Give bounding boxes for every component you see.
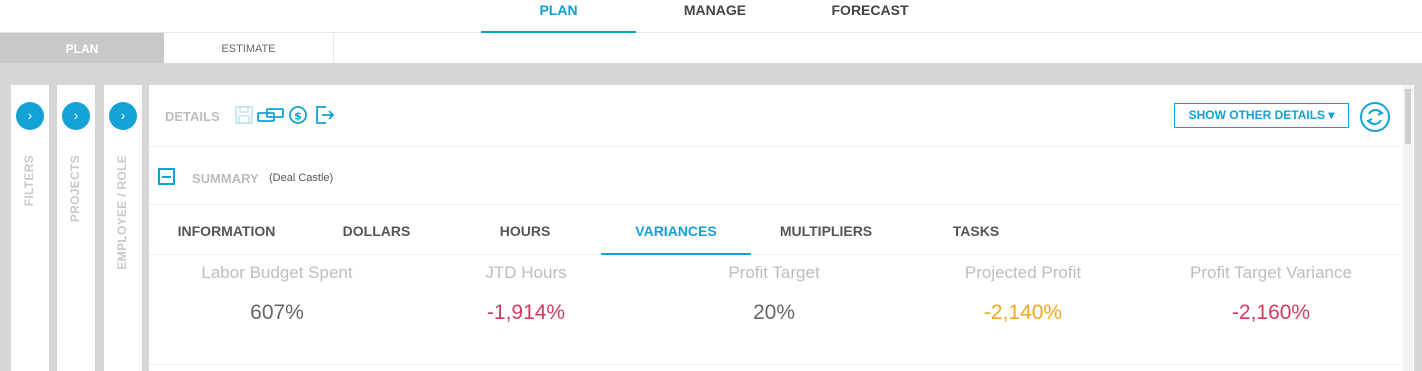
metric-profit-target: Profit Target 20% <box>649 255 899 325</box>
filters-label-wrap: FILTERS <box>11 155 49 355</box>
tab-forecast[interactable]: FORECAST <box>800 0 940 33</box>
save-icon[interactable] <box>234 104 254 128</box>
tab-dollars[interactable]: DOLLARS <box>304 205 449 255</box>
subtab-estimate[interactable]: ESTIMATE <box>164 33 334 63</box>
vertical-scrollbar[interactable] <box>1403 85 1413 371</box>
metric-value: -1,914% <box>486 301 566 324</box>
expand-filters-button[interactable]: › <box>16 102 44 130</box>
variance-metrics: Labor Budget Spent 607% JTD Hours -1,914… <box>149 255 1399 365</box>
metric-label: Profit Target Variance <box>1190 263 1352 282</box>
metric-profit-target-variance: Profit Target Variance -2,160% <box>1146 255 1396 325</box>
projects-panel: › PROJECTS <box>57 85 95 371</box>
expand-projects-button[interactable]: › <box>62 102 90 130</box>
filters-panel: › FILTERS <box>11 85 49 371</box>
tab-multipliers[interactable]: MULTIPLIERS <box>751 205 901 255</box>
employee-role-panel: › EMPLOYEE / ROLE <box>104 85 142 371</box>
top-nav: PLAN MANAGE FORECAST <box>0 0 1422 33</box>
metric-jtd-hours: JTD Hours -1,914% <box>401 255 651 325</box>
metric-label: JTD Hours <box>485 263 567 282</box>
filters-label: FILTERS <box>22 155 36 207</box>
summary-subtitle: (Deal Castle) <box>269 172 334 184</box>
metric-label: Labor Budget Spent <box>201 263 353 282</box>
employee-role-label-wrap: EMPLOYEE / ROLE <box>104 155 142 355</box>
tab-plan[interactable]: PLAN <box>481 0 636 33</box>
tab-manage[interactable]: MANAGE <box>660 0 770 33</box>
details-toolbar: DETAILS $ SHOW OTHER DETAILS ▾ <box>149 85 1399 147</box>
subnav-filler <box>334 33 1422 63</box>
svg-text:$: $ <box>294 110 302 123</box>
metric-label: Profit Target <box>728 263 820 282</box>
projects-label-wrap: PROJECTS <box>57 155 95 355</box>
link-icon[interactable] <box>256 104 286 128</box>
details-label: DETAILS <box>165 109 220 124</box>
metric-value: -2,160% <box>1231 301 1311 324</box>
export-icon[interactable] <box>314 104 336 128</box>
summary-header: SUMMARY (Deal Castle) <box>149 147 1399 205</box>
tab-information[interactable]: INFORMATION <box>149 205 304 255</box>
tab-hours[interactable]: HOURS <box>449 205 601 255</box>
dollar-icon[interactable]: $ <box>288 104 310 128</box>
scrollbar-thumb[interactable] <box>1405 89 1411 144</box>
summary-title: SUMMARY <box>192 171 259 186</box>
metric-value: 607% <box>250 301 304 324</box>
employee-role-label: EMPLOYEE / ROLE <box>115 155 129 270</box>
metric-label: Projected Profit <box>964 263 1082 282</box>
metric-value: -2,140% <box>983 301 1063 324</box>
sub-nav: PLAN ESTIMATE <box>0 33 1422 65</box>
tab-variances[interactable]: VARIANCES <box>601 205 751 255</box>
collapse-summary-icon[interactable] <box>158 168 175 185</box>
tab-tasks[interactable]: TASKS <box>901 205 1051 255</box>
expand-employee-role-button[interactable]: › <box>109 102 137 130</box>
subtab-plan[interactable]: PLAN <box>0 33 164 63</box>
show-other-details-button[interactable]: SHOW OTHER DETAILS ▾ <box>1174 103 1349 128</box>
metric-value: 20% <box>752 301 796 324</box>
detail-tabs: INFORMATION DOLLARS HOURS VARIANCES MULT… <box>149 205 1399 255</box>
refresh-icon[interactable] <box>1360 102 1390 132</box>
projects-label: PROJECTS <box>68 155 82 223</box>
details-panel: DETAILS $ SHOW OTHER DETAILS ▾ SUMMARY (… <box>149 85 1414 371</box>
metric-projected-profit: Projected Profit -2,140% <box>898 255 1148 325</box>
page: PLAN MANAGE FORECAST PLAN ESTIMATE › FIL… <box>0 0 1422 371</box>
metric-labor-budget-spent: Labor Budget Spent 607% <box>152 255 402 325</box>
